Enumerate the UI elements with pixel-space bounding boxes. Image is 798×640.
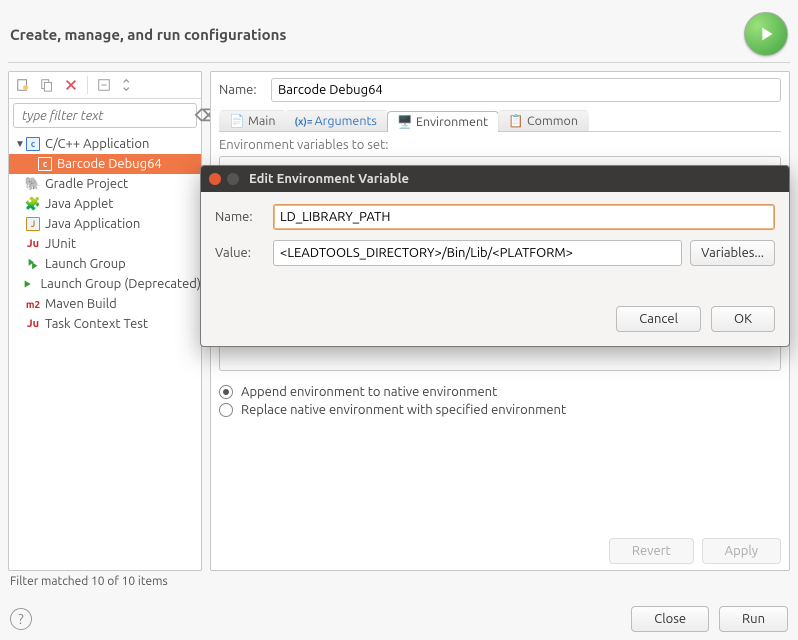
filter-box[interactable]: ⌫ [13,103,197,128]
apply-button: Apply [702,538,781,564]
tree-item-launch-group[interactable]: Launch Group [9,254,201,274]
tree-item-maven[interactable]: m2 Maven Build [9,294,201,314]
duplicate-config-icon[interactable] [35,74,59,96]
tree-label: Maven Build [45,297,117,311]
common-icon: 📋 [509,114,523,128]
tree-label: Gradle Project [45,177,128,191]
page-title: Create, manage, and run configurations [10,26,287,43]
tree-item-task-context[interactable]: Ju Task Context Test [9,314,201,334]
tree-item-junit[interactable]: Ju JUnit [9,234,201,254]
window-close-icon[interactable] [209,173,221,185]
radio-append[interactable]: Append environment to native environment [219,385,781,399]
config-tree: ▼ c C/C++ Application c Barcode Debug64 … [9,132,201,570]
env-section-label: Environment variables to set: [219,138,781,152]
tree-label: C/C++ Application [45,137,149,151]
tree-item-java-app[interactable]: J Java Application [9,214,201,234]
tree-label: Launch Group (Deprecated) [40,277,201,291]
dialog-titlebar[interactable]: Edit Environment Variable [201,166,789,192]
tree-item-launch-group-dep[interactable]: Launch Group (Deprecated) [9,274,201,294]
task-icon: Ju [25,316,41,332]
dialog-title: Edit Environment Variable [249,172,409,186]
config-name-input[interactable] [271,78,781,102]
tab-common[interactable]: 📋Common [498,110,589,131]
tree-item-applet[interactable]: 🧩 Java Applet [9,194,201,214]
launch-group-dep-icon [22,276,36,292]
tree-item-barcode[interactable]: c Barcode Debug64 [9,154,201,174]
run-button[interactable]: Run [719,606,788,632]
applet-icon: 🧩 [25,196,41,212]
tree-item-gradle[interactable]: 🐘 Gradle Project [9,174,201,194]
variables-button[interactable]: Variables... [690,240,775,266]
maven-icon: m2 [25,296,41,312]
modal-value-label: Value: [215,246,265,260]
tab-bar: 📄Main (x)=Arguments 🖥️Environment 📋Commo… [219,110,781,132]
run-icon-big [744,12,788,56]
help-icon[interactable]: ? [10,608,32,630]
tree-item-c-cpp[interactable]: ▼ c C/C++ Application [9,134,201,154]
tree-label: Barcode Debug64 [57,157,162,171]
tab-main[interactable]: 📄Main [219,110,286,131]
expander-icon[interactable]: ▼ [15,138,25,150]
new-config-icon[interactable] [11,74,35,96]
modal-name-label: Name: [215,210,265,224]
name-label: Name: [219,83,271,97]
edit-env-var-dialog: Edit Environment Variable Name: Value: V… [200,165,790,347]
collapse-all-icon[interactable] [116,74,140,96]
close-button[interactable]: Close [631,606,709,632]
doc-icon: 📄 [230,114,244,128]
tab-environment[interactable]: 🖥️Environment [387,111,499,132]
junit-icon: Ju [25,236,41,252]
launch-group-icon [25,256,41,272]
tree-label: Task Context Test [45,317,148,331]
radio-dot-icon [219,403,233,417]
revert-button: Revert [609,538,694,564]
tab-arguments[interactable]: (x)=Arguments [285,110,387,131]
ok-button[interactable]: OK [711,306,775,332]
delete-config-icon[interactable] [59,74,83,96]
tree-label: JUnit [45,237,76,251]
expand-all-icon[interactable] [92,74,116,96]
config-toolbar [9,72,201,99]
gradle-icon: 🐘 [25,176,41,192]
left-panel: ⌫ ▼ c C/C++ Application c Barcode Debug6… [8,71,202,571]
window-minimize-icon[interactable] [227,173,239,185]
tree-label: Java Application [45,217,140,231]
radio-dot-icon [219,385,233,399]
radio-replace[interactable]: Replace native environment with specifie… [219,403,781,417]
env-icon: 🖥️ [398,115,412,129]
tree-label: Launch Group [45,257,126,271]
tree-label: Java Applet [45,197,113,211]
filter-status: Filter matched 10 of 10 items [8,571,790,596]
cancel-button[interactable]: Cancel [616,306,701,332]
env-value-input[interactable] [273,240,682,266]
filter-input[interactable] [20,108,195,124]
env-name-input[interactable] [273,204,775,230]
